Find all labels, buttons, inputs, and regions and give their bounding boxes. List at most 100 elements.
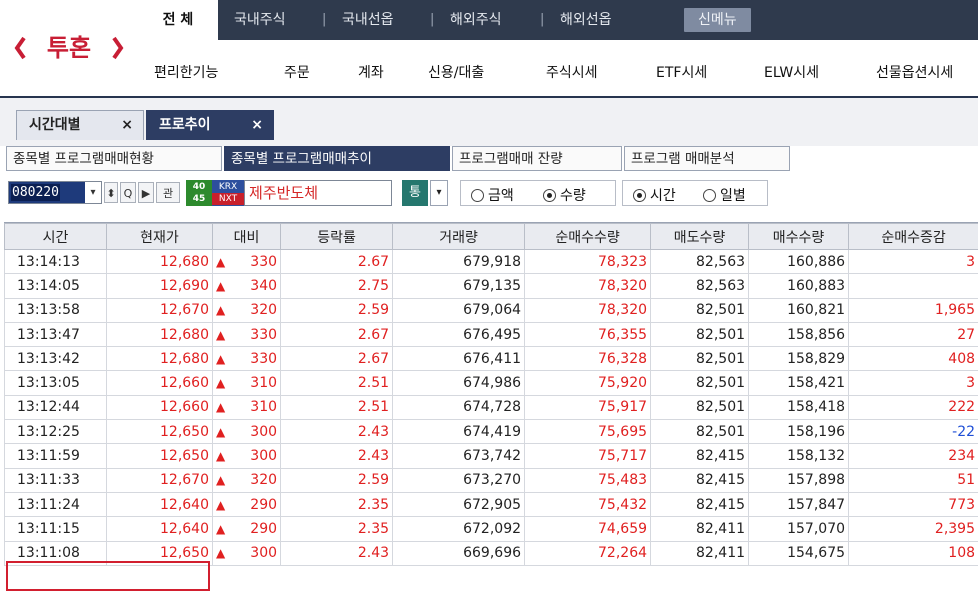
submenu-account[interactable]: 계좌 xyxy=(358,62,384,82)
cell-time: 13:13:42 xyxy=(4,346,107,372)
table-row[interactable]: 13:11:24 12,640 ▲ 290 2.35 672,905 75,432 82,41… xyxy=(4,491,978,518)
cell-time: 13:13:58 xyxy=(4,297,107,323)
cell-volume: 679,918 xyxy=(392,248,526,275)
cell-rate: 2.75 xyxy=(280,273,394,299)
cell-buy: 160,886 xyxy=(748,248,850,275)
chevron-down-icon[interactable]: ▾ xyxy=(430,180,448,206)
col-header-buy-qty[interactable]: 매수수량 xyxy=(748,223,850,250)
table-row[interactable]: 13:11:59 12,650 ▲ 300 2.43 673,742 75,717 82,41… xyxy=(4,443,978,469)
cell-net: 75,917 xyxy=(524,394,652,421)
cell-net: 78,320 xyxy=(524,273,652,299)
cell-diff: 320 xyxy=(238,297,282,323)
table-row[interactable]: 13:13:42 12,680 ▲ 330 2.67 676,411 76,328 82,50… xyxy=(4,346,978,372)
screen-subtabs: 종목별 프로그램매매현황 종목별 프로그램매매추이 프로그램매매 잔량 프로그램… xyxy=(0,146,978,172)
submenu-order[interactable]: 주문 xyxy=(284,62,310,82)
col-header-price[interactable]: 현재가 xyxy=(106,223,213,250)
cell-price: 12,640 xyxy=(106,491,213,518)
cell-net: 78,320 xyxy=(524,297,652,323)
cell-sell: 82,411 xyxy=(650,516,750,542)
cell-sell: 82,415 xyxy=(650,491,750,518)
cell-rate: 2.35 xyxy=(280,491,394,518)
cell-price: 12,680 xyxy=(106,346,213,372)
program-trade-table: 시간 현재가 대비 등락률 거래량 순매수수량 매도수량 매수수량 순매수증감 … xyxy=(4,223,978,566)
cell-diff: 300 xyxy=(238,540,282,566)
cell-net: 75,483 xyxy=(524,467,652,493)
cell-net: 75,695 xyxy=(524,419,652,445)
close-icon[interactable]: × xyxy=(121,111,133,139)
submenu-elw-quotes[interactable]: ELW시세 xyxy=(764,62,819,82)
cell-time: 13:12:44 xyxy=(4,394,107,421)
tab-time-based[interactable]: 시간대별 × xyxy=(16,110,144,140)
radio-quantity-label: 수량 xyxy=(560,188,586,204)
cell-diff: 290 xyxy=(238,491,282,518)
chevron-down-icon[interactable]: ▾ xyxy=(85,182,101,203)
col-header-diff[interactable]: 대비 xyxy=(211,223,282,250)
radio-amount[interactable]: 금액 xyxy=(471,185,514,205)
program-trade-grid[interactable]: 시간 현재가 대비 등락률 거래량 순매수수량 매도수량 매수수량 순매수증감 … xyxy=(4,222,978,603)
submenu-credit-loan[interactable]: 신용/대출 xyxy=(428,62,484,82)
submenu-stock-quotes[interactable]: 주식시세 xyxy=(546,62,598,82)
radio-quantity[interactable]: 수량 xyxy=(543,185,586,205)
radio-amount-label: 금액 xyxy=(488,188,514,204)
col-header-time[interactable]: 시간 xyxy=(4,223,107,250)
menu-overseas-stock[interactable]: 해외주식 xyxy=(450,0,502,40)
subtab-program-analysis[interactable]: 프로그램 매매분석 xyxy=(624,146,790,171)
play-icon[interactable]: ▶ xyxy=(138,182,154,203)
table-row[interactable]: 13:11:08 12,650 ▲ 300 2.43 669,696 72,264 82,41… xyxy=(4,540,978,566)
up-down-stepper-icon[interactable]: ⬍ xyxy=(104,182,118,203)
col-header-sell-qty[interactable]: 매도수량 xyxy=(650,223,750,250)
radio-daily[interactable]: 일별 xyxy=(703,185,746,205)
cell-sell: 82,415 xyxy=(650,467,750,493)
table-row[interactable]: 13:11:15 12,640 ▲ 290 2.35 672,092 74,659 82,41… xyxy=(4,516,978,542)
up-arrow-icon: ▲ xyxy=(212,297,239,323)
cell-time: 13:11:33 xyxy=(4,467,107,493)
cell-price: 12,650 xyxy=(106,540,213,566)
cell-sell: 82,563 xyxy=(650,248,750,275)
cell-sell: 82,501 xyxy=(650,346,750,372)
cell-buy: 158,829 xyxy=(748,346,850,372)
col-header-volume[interactable]: 거래량 xyxy=(392,223,526,250)
subtab-program-trend-by-stock[interactable]: 종목별 프로그램매매추이 xyxy=(224,146,450,171)
col-header-net-change[interactable]: 순매수증감 xyxy=(848,223,978,250)
search-icon[interactable]: Q xyxy=(120,182,136,203)
cell-time: 13:11:08 xyxy=(4,540,107,566)
table-row[interactable]: 13:13:47 12,680 ▲ 330 2.67 676,495 76,355 82,50… xyxy=(4,321,978,348)
submenu-etf-quotes[interactable]: ETF시세 xyxy=(656,62,707,82)
menu-all[interactable]: 전 체 xyxy=(138,0,218,40)
menu-domestic-futures[interactable]: 국내선옵 xyxy=(342,0,394,40)
cell-change: 2,395 xyxy=(848,516,978,542)
stock-name-field[interactable]: 제주반도체 xyxy=(244,180,392,206)
cell-diff: 330 xyxy=(238,248,282,275)
table-row[interactable]: 13:13:58 12,670 ▲ 320 2.59 679,064 78,320 82,50… xyxy=(4,297,978,323)
cell-change: 3 xyxy=(848,248,978,275)
up-arrow-icon: ▲ xyxy=(212,248,239,275)
table-row[interactable]: 13:13:05 12,660 ▲ 310 2.51 674,986 75,920 82,50… xyxy=(4,370,978,396)
interest-button[interactable]: 관 xyxy=(156,182,180,203)
cell-volume: 674,419 xyxy=(392,419,526,445)
col-header-net-buy[interactable]: 순매수수량 xyxy=(524,223,652,250)
cell-rate: 2.51 xyxy=(280,370,394,396)
table-row[interactable]: 13:14:13 12,680 ▲ 330 2.67 679,918 78,323 82,56… xyxy=(4,248,978,275)
table-row[interactable]: 13:12:44 12,660 ▲ 310 2.51 674,728 75,917 82,50… xyxy=(4,394,978,421)
menu-overseas-futures[interactable]: 해외선옵 xyxy=(560,0,612,40)
window-tab-bar: 시간대별 × 프로추이 × xyxy=(0,96,978,146)
tab-program-trend[interactable]: 프로추이 × xyxy=(146,110,274,140)
stock-code-input[interactable]: 080220 ▾ xyxy=(8,181,102,204)
integrated-button[interactable]: 통 xyxy=(402,180,428,206)
subtab-program-balance[interactable]: 프로그램매매 잔량 xyxy=(452,146,622,171)
table-row[interactable]: 13:11:33 12,670 ▲ 320 2.59 673,270 75,483 82,41… xyxy=(4,467,978,493)
radio-time[interactable]: 시간 xyxy=(633,185,676,205)
menu-new[interactable]: 신메뉴 xyxy=(684,8,751,32)
up-arrow-icon: ▲ xyxy=(212,540,239,566)
subtab-program-status-by-stock[interactable]: 종목별 프로그램매매현황 xyxy=(6,146,222,171)
col-header-rate[interactable]: 등락률 xyxy=(280,223,394,250)
table-row[interactable]: 13:14:05 12,690 ▲ 340 2.75 679,135 78,320 82,56… xyxy=(4,273,978,299)
table-row[interactable]: 13:12:25 12,650 ▲ 300 2.43 674,419 75,695 82,50… xyxy=(4,419,978,445)
close-icon[interactable]: × xyxy=(251,111,263,139)
radio-on-icon xyxy=(633,189,646,202)
cell-volume: 679,064 xyxy=(392,297,526,323)
menu-domestic-stock[interactable]: 국내주식 xyxy=(234,0,286,40)
brand-logo[interactable]: 투혼 xyxy=(14,28,124,68)
submenu-futures-options-quotes[interactable]: 선물옵션시세 xyxy=(876,62,953,82)
submenu-convenience[interactable]: 편리한기능 xyxy=(154,62,218,82)
